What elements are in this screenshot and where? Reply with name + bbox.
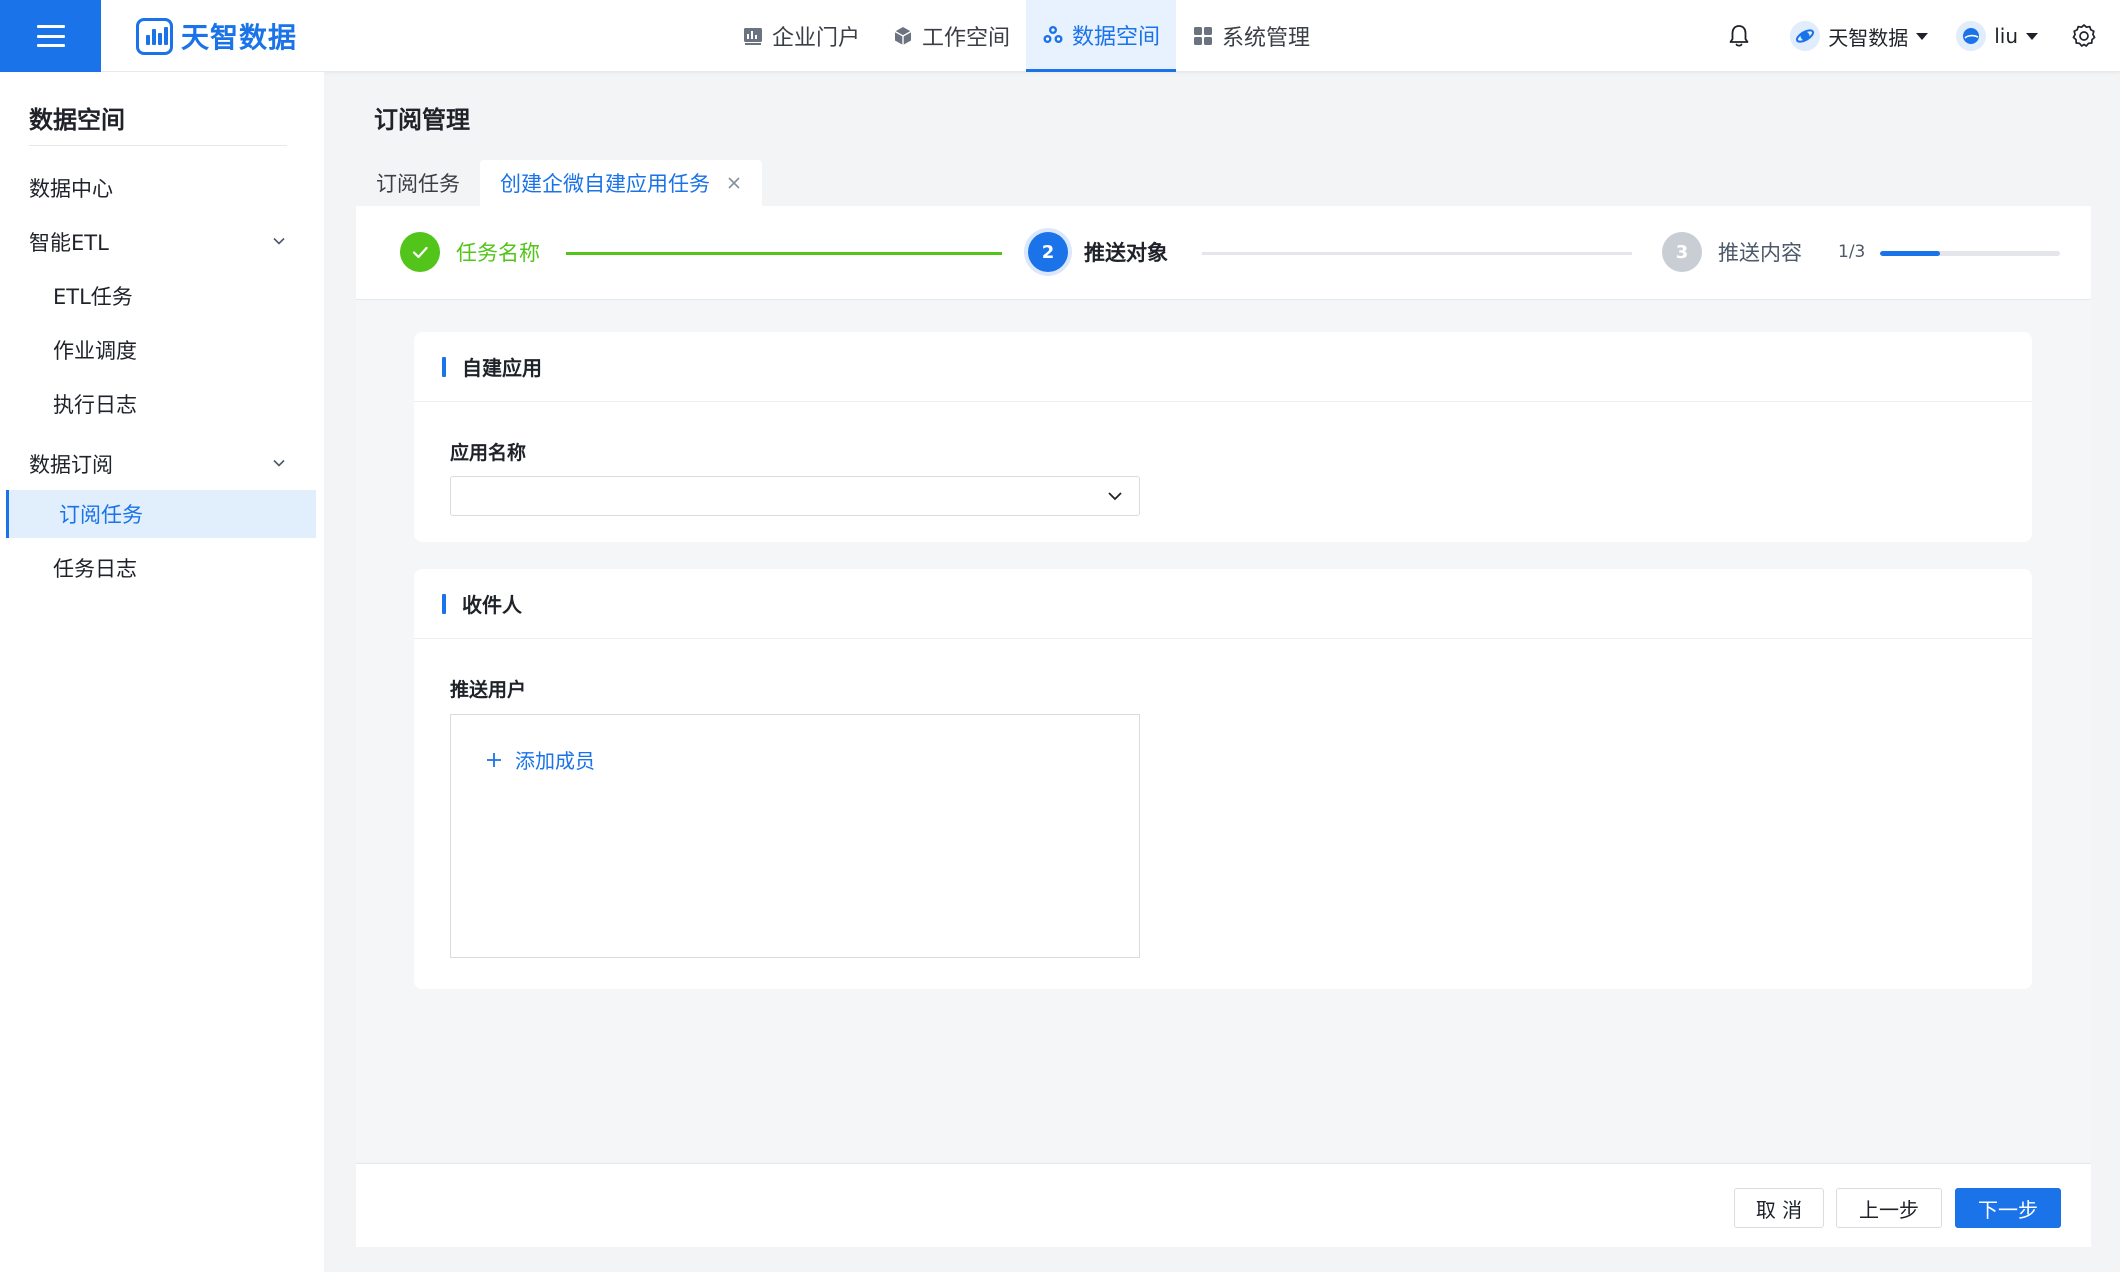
progress-bar <box>1880 251 2060 256</box>
section-title: 自建应用 <box>462 356 542 380</box>
recipient-section-card: 收件人 推送用户 添加成员 <box>414 569 2032 989</box>
step-label: 推送对象 <box>1084 241 1168 265</box>
app-name-select[interactable] <box>450 476 1140 516</box>
brand-logo[interactable]: 天智数据 <box>136 17 297 55</box>
brand-name: 天智数据 <box>181 21 298 54</box>
sidebar-item-label: 订阅任务 <box>59 503 143 527</box>
sidebar-item-smart-etl[interactable]: 智能ETL <box>0 218 310 266</box>
caret-down-icon <box>1916 32 1929 40</box>
step-push-content: 3 推送内容 <box>1662 232 1802 272</box>
nav-system-admin[interactable]: 系统管理 <box>1176 0 1326 72</box>
sidebar-item-subscription-task[interactable]: 订阅任务 <box>6 490 316 538</box>
sidebar-item-execution-log[interactable]: 执行日志 <box>0 380 310 428</box>
tab-label: 创建企微自建应用任务 <box>500 172 710 196</box>
user-menu[interactable]: liu <box>1956 21 2038 51</box>
hamburger-icon <box>36 25 65 47</box>
push-users-label: 推送用户 <box>450 679 527 701</box>
step-push-target: 2 推送对象 <box>1028 232 1168 272</box>
org-logo-icon <box>1790 21 1821 51</box>
add-member-button[interactable]: 添加成员 <box>485 745 595 774</box>
steps-bar: 任务名称 2 推送对象 3 推送内容 1/3 <box>356 206 2091 300</box>
nav-label: 企业门户 <box>772 26 861 51</box>
nav-label: 数据空间 <box>1072 24 1161 50</box>
nav-data-space[interactable]: 数据空间 <box>1026 0 1177 72</box>
close-icon[interactable] <box>726 175 742 191</box>
bell-icon[interactable] <box>1726 23 1752 49</box>
chevron-down-icon <box>273 459 285 467</box>
progress-fill <box>1880 251 1940 256</box>
tab-subscription-tasks[interactable]: 订阅任务 <box>356 160 480 206</box>
section-title: 收件人 <box>462 593 522 617</box>
top-navigation: 企业门户 工作空间 数据空间 系统管理 <box>726 0 1326 72</box>
sidebar-item-label: 数据订阅 <box>29 453 113 477</box>
nav-label: 系统管理 <box>1222 26 1311 51</box>
logo-icon <box>136 17 173 55</box>
app-section-card: 自建应用 应用名称 <box>414 332 2032 542</box>
page-title: 订阅管理 <box>374 106 470 134</box>
member-list-box: 添加成员 <box>450 714 1140 958</box>
tab-create-wecom-app-task[interactable]: 创建企微自建应用任务 <box>480 160 762 206</box>
step-connector-done <box>566 252 1002 255</box>
progress-text: 1/3 <box>1838 242 1866 262</box>
sidebar-item-data-subscription[interactable]: 数据订阅 <box>0 440 310 488</box>
hamburger-menu-button[interactable] <box>0 0 101 72</box>
nav-enterprise-portal[interactable]: 企业门户 <box>726 0 876 72</box>
step-circle <box>400 232 440 272</box>
sidebar-item-label: 任务日志 <box>53 557 137 581</box>
sidebar: 数据空间 数据中心 智能ETL ETL任务 作业调度 执行日志 数据订阅 订阅任… <box>0 72 324 1272</box>
step-label: 推送内容 <box>1718 241 1802 265</box>
chart-board-icon <box>744 28 762 45</box>
previous-step-button[interactable]: 上一步 <box>1836 1188 1942 1228</box>
card-header: 收件人 <box>414 569 2032 639</box>
sidebar-item-label: 作业调度 <box>53 339 137 363</box>
nav-label: 工作空间 <box>922 26 1011 51</box>
step-task-name: 任务名称 <box>400 232 540 272</box>
divider <box>29 145 287 146</box>
check-icon <box>412 246 428 259</box>
tab-bar: 订阅任务 创建企微自建应用任务 <box>356 160 762 206</box>
top-bar: 天智数据 企业门户 工作空间 数据空间 系统管理 天智数据 liu <box>0 0 2120 72</box>
sidebar-item-job-scheduling[interactable]: 作业调度 <box>0 326 310 374</box>
sidebar-item-task-log[interactable]: 任务日志 <box>0 544 310 592</box>
chevron-down-icon <box>1108 492 1122 501</box>
tab-label: 订阅任务 <box>376 172 460 196</box>
add-member-label: 添加成员 <box>515 749 595 773</box>
sidebar-item-label: ETL任务 <box>53 285 133 309</box>
wizard-panel: 任务名称 2 推送对象 3 推送内容 1/3 自建应用 应用名称 收件人 推送用… <box>356 206 2091 1161</box>
step-connector-pending <box>1202 252 1632 255</box>
card-header: 自建应用 <box>414 332 2032 402</box>
sidebar-item-label: 执行日志 <box>53 393 137 417</box>
step-circle: 3 <box>1662 232 1702 272</box>
sidebar-item-label: 智能ETL <box>29 231 109 255</box>
caret-down-icon <box>2026 32 2038 40</box>
org-name: 天智数据 <box>1828 25 1909 50</box>
step-label: 任务名称 <box>456 241 540 265</box>
sidebar-item-etl-task[interactable]: ETL任务 <box>0 272 310 320</box>
chevron-down-icon <box>273 237 285 245</box>
username: liu <box>1994 24 2018 48</box>
sidebar-item-label: 数据中心 <box>29 177 113 201</box>
app-name-label: 应用名称 <box>450 442 527 464</box>
cluster-icon <box>1043 25 1063 43</box>
plus-icon <box>487 752 501 767</box>
gear-icon[interactable] <box>2070 22 2098 50</box>
next-step-button[interactable]: 下一步 <box>1955 1188 2061 1228</box>
avatar <box>1956 21 1987 51</box>
cube-icon <box>894 27 912 45</box>
header-actions: 天智数据 liu <box>1726 0 2120 72</box>
sidebar-title: 数据空间 <box>29 106 125 134</box>
step-circle: 2 <box>1028 232 1068 272</box>
grid-icon <box>1194 27 1213 45</box>
nav-workspace[interactable]: 工作空间 <box>876 0 1026 72</box>
org-switcher[interactable]: 天智数据 <box>1790 21 1929 51</box>
footer-actions: 取 消 上一步 下一步 <box>356 1163 2091 1247</box>
cancel-button[interactable]: 取 消 <box>1734 1188 1824 1228</box>
sidebar-item-data-center[interactable]: 数据中心 <box>0 164 310 212</box>
